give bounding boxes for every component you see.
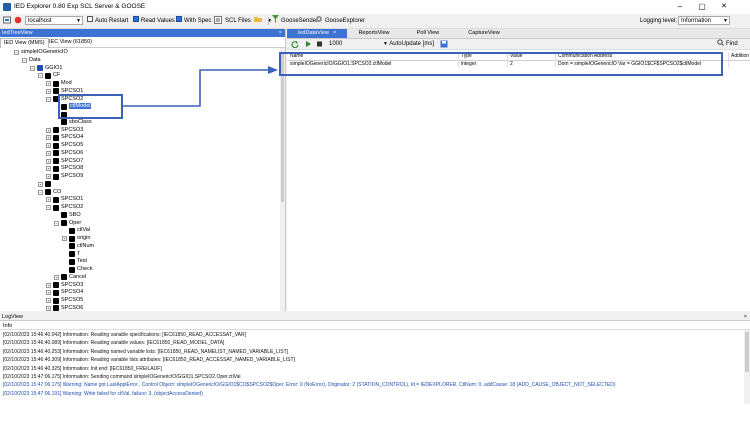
- annotation-arrow-icon: [123, 66, 278, 107]
